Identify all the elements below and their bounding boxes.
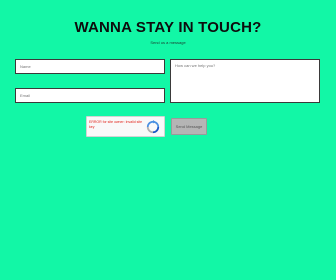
send-message-button[interactable]: Send Message (171, 118, 207, 135)
message-field[interactable] (170, 59, 320, 103)
name-field[interactable] (15, 59, 165, 74)
recaptcha-widget[interactable]: ERROR for site owner: Invalid site key (86, 116, 165, 137)
page-title: WANNA STAY IN TOUCH? (74, 19, 262, 36)
email-field[interactable] (15, 88, 165, 103)
page-subtitle: Send us a message (150, 40, 186, 45)
recaptcha-logo-icon (146, 120, 160, 134)
recaptcha-error-text: ERROR for site owner: Invalid site key (89, 120, 143, 129)
